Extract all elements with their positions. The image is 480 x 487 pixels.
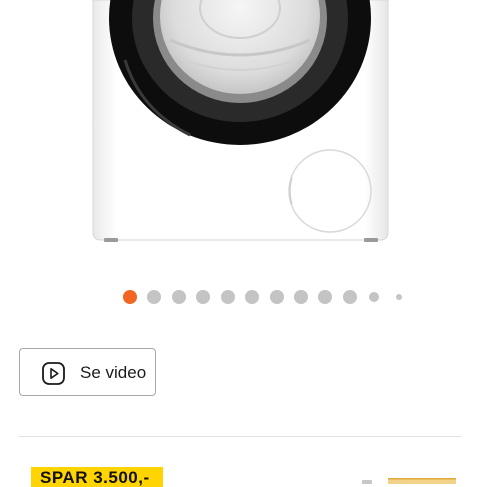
see-video-label: Se video (80, 363, 147, 382)
carousel-dot-12[interactable] (396, 294, 402, 300)
price-fragment (362, 478, 456, 484)
carousel-dot-2[interactable] (147, 290, 161, 304)
carousel-dot-3[interactable] (172, 290, 186, 304)
savings-badge: SPAR 3.500,- (31, 467, 163, 487)
image-carousel-pagination (0, 289, 480, 305)
carousel-dot-10[interactable] (343, 290, 357, 304)
product-image[interactable] (0, 0, 480, 255)
carousel-dot-8[interactable] (294, 290, 308, 304)
washing-machine-icon (92, 0, 389, 242)
carousel-dot-11[interactable] (369, 292, 379, 302)
carousel-dot-1[interactable] (123, 290, 137, 304)
carousel-dot-6[interactable] (245, 290, 259, 304)
see-video-button[interactable]: Se video (19, 348, 156, 396)
savings-badge-label: SPAR 3.500,- (40, 468, 150, 487)
section-divider (19, 436, 461, 437)
carousel-dot-4[interactable] (196, 290, 210, 304)
carousel-dot-5[interactable] (221, 290, 235, 304)
play-icon (42, 362, 65, 385)
carousel-dot-9[interactable] (318, 290, 332, 304)
carousel-dot-7[interactable] (270, 290, 284, 304)
